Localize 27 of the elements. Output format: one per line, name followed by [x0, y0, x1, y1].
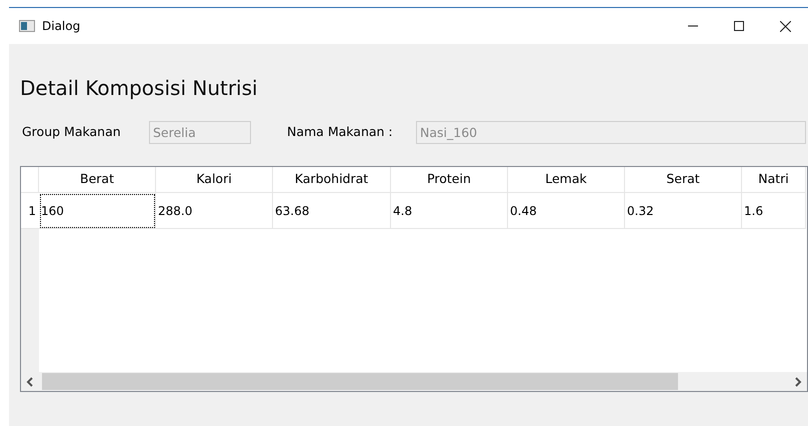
horizontal-scrollbar[interactable] [21, 372, 807, 391]
scroll-right-icon[interactable] [794, 376, 802, 386]
column-header[interactable]: Serat [625, 167, 742, 193]
column-header[interactable]: Berat [39, 167, 156, 193]
maximize-icon [734, 21, 744, 31]
column-header[interactable]: Kalori [156, 167, 273, 193]
column-header[interactable]: Protein [391, 167, 508, 193]
scrollbar-thumb[interactable] [42, 373, 678, 390]
table-cell: 0.48 [508, 193, 625, 229]
table-corner[interactable] [21, 167, 39, 193]
close-icon [780, 20, 790, 32]
field-label: Group Makanan [22, 122, 122, 141]
table-cell: 288.0 [156, 193, 273, 229]
table-cell: 160 [39, 193, 156, 229]
column-header[interactable]: Karbohidrat [273, 167, 391, 193]
scroll-left-icon[interactable] [26, 376, 34, 386]
table-cell: 4.8 [391, 193, 508, 229]
column-header[interactable]: Natri [742, 167, 806, 193]
table-cell: 0.32 [625, 193, 742, 229]
column-header[interactable]: Lemak [508, 167, 625, 193]
table-cell: 1.6 [742, 193, 806, 229]
app-icon [19, 20, 35, 32]
table-cell: 63.68 [273, 193, 391, 229]
heading: Detail Komposisi Nutrisi [20, 75, 259, 101]
row-header[interactable]: 1 [21, 193, 39, 229]
window-title: Dialog [42, 18, 80, 35]
field-label: Nama Makanan : [287, 122, 394, 141]
